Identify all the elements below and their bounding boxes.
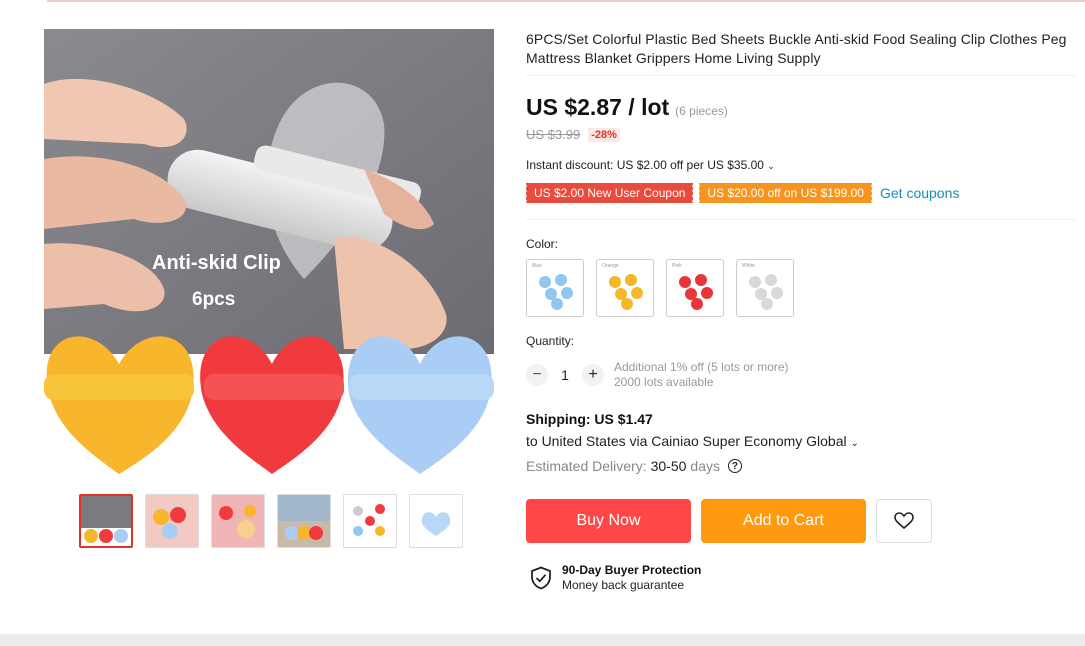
shipping-method-text: to United States via Cainiao Super Econo… [526,433,847,449]
instant-discount-text: Instant discount: US $2.00 off per US $3… [526,158,764,172]
color-option-blue[interactable]: Blue [526,259,584,317]
color-option-pink[interactable]: Pink [666,259,724,317]
page-footer-bar [0,634,1085,646]
coupon-row: US $2.00 New User Coupon US $20.00 off o… [524,183,959,203]
instant-discount[interactable]: Instant discount: US $2.00 off per US $3… [526,158,775,172]
buyer-protection-subtitle: Money back guarantee [562,578,685,592]
quantity-decrease-button[interactable]: − [526,364,548,386]
image-caption-line1: Anti-skid Clip [152,252,281,274]
quantity-increase-button[interactable]: + [582,364,604,386]
shield-check-icon [531,566,551,589]
color-label: Color: [526,237,559,251]
estimated-delivery-value: 30-50 [650,458,687,474]
product-title: 6PCS/Set Colorful Plastic Bed Sheets Buc… [526,31,1067,66]
estimated-delivery-label: Estimated Delivery: [526,458,647,474]
heart-icon [894,512,914,530]
shipping-price: Shipping: US $1.47 [526,411,653,427]
thumbnail-3[interactable] [211,494,265,548]
stock-available: 2000 lots available [614,375,714,389]
buyer-protection-title: 90-Day Buyer Protection [562,563,702,577]
thumbnail-4[interactable] [277,494,331,548]
estimated-delivery: Estimated Delivery: 30-50 days ? [526,458,742,474]
color-option-orange[interactable]: Orange [596,259,654,317]
quantity-input[interactable]: 1 [548,367,582,383]
thumbnail-6[interactable] [409,494,463,548]
quantity-label: Quantity: [526,334,575,348]
wishlist-button[interactable] [876,499,932,543]
color-swatches: Blue Orange Pink White [526,259,794,317]
original-price: US $3.99 [526,127,581,142]
chevron-down-icon: ⌄ [850,438,859,449]
thumbnail-1[interactable] [79,494,133,548]
thumbnail-5[interactable] [343,494,397,548]
current-price: US $2.87 / lot [526,94,670,120]
estimated-delivery-unit: days [690,458,720,474]
help-icon[interactable]: ? [727,459,742,473]
main-product-image[interactable]: Anti-skid Clip 6pcs [44,29,494,479]
bulk-discount-note: Additional 1% off (5 lots or more) [614,360,789,374]
get-coupons-link[interactable]: Get coupons [880,185,959,201]
buyer-protection-text: 90-Day Buyer Protection Money back guara… [562,563,701,592]
add-to-cart-button[interactable]: Add to Cart [701,499,866,543]
thumbnail-strip [79,494,463,548]
divider [526,75,1076,76]
top-divider [47,0,1085,2]
thumbnail-2[interactable] [145,494,199,548]
shipping-method[interactable]: to United States via Cainiao Super Econo… [526,433,859,449]
image-caption-line2: 6pcs [192,289,235,310]
divider [526,219,1076,220]
quantity-note: Additional 1% off (5 lots or more) 2000 … [614,360,789,390]
new-user-coupon[interactable]: US $2.00 New User Coupon [524,183,694,203]
buyer-protection: 90-Day Buyer Protection Money back guara… [530,563,701,592]
buy-now-button[interactable]: Buy Now [526,499,691,543]
quantity-stepper: − 1 + Additional 1% off (5 lots or more)… [526,360,789,390]
chevron-down-icon: ⌄ [767,161,775,171]
discount-badge: -28% [588,127,620,142]
spend-off-coupon[interactable]: US $20.00 off on US $199.00 [698,183,872,203]
color-option-white[interactable]: White [736,259,794,317]
price-row: US $2.87 / lot (6 pieces) [526,94,728,121]
pieces-count: (6 pieces) [675,104,728,118]
original-price-row: US $3.99 -28% [526,127,620,142]
